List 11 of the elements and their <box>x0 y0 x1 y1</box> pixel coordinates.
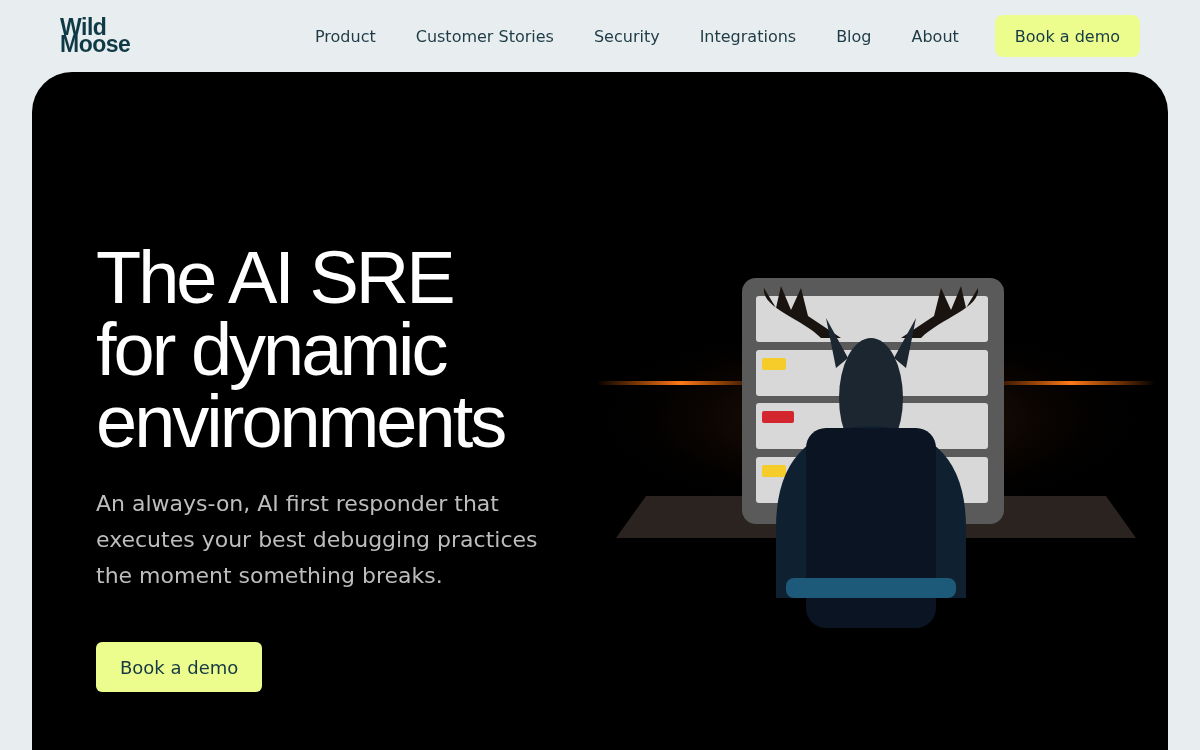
nav-link[interactable]: Integrations <box>699 26 797 46</box>
nav-link[interactable]: Customer Stories <box>415 26 554 46</box>
book-demo-button[interactable]: Book a demo <box>994 15 1140 57</box>
book-demo-button[interactable]: Book a demo <box>96 642 263 692</box>
nav-link[interactable]: Product <box>314 26 376 46</box>
nav-link[interactable]: About <box>911 26 959 46</box>
hero-subtitle: An always-on, AI first responder that executes your best debugging practices the moment something breaks. <box>96 490 539 590</box>
logo[interactable]: Wild Moose <box>60 19 131 53</box>
hero-title: The AI SRE for dynamic environments <box>96 242 505 458</box>
nav-link[interactable]: Security <box>593 26 660 46</box>
nav-link[interactable]: Blog <box>836 26 872 46</box>
